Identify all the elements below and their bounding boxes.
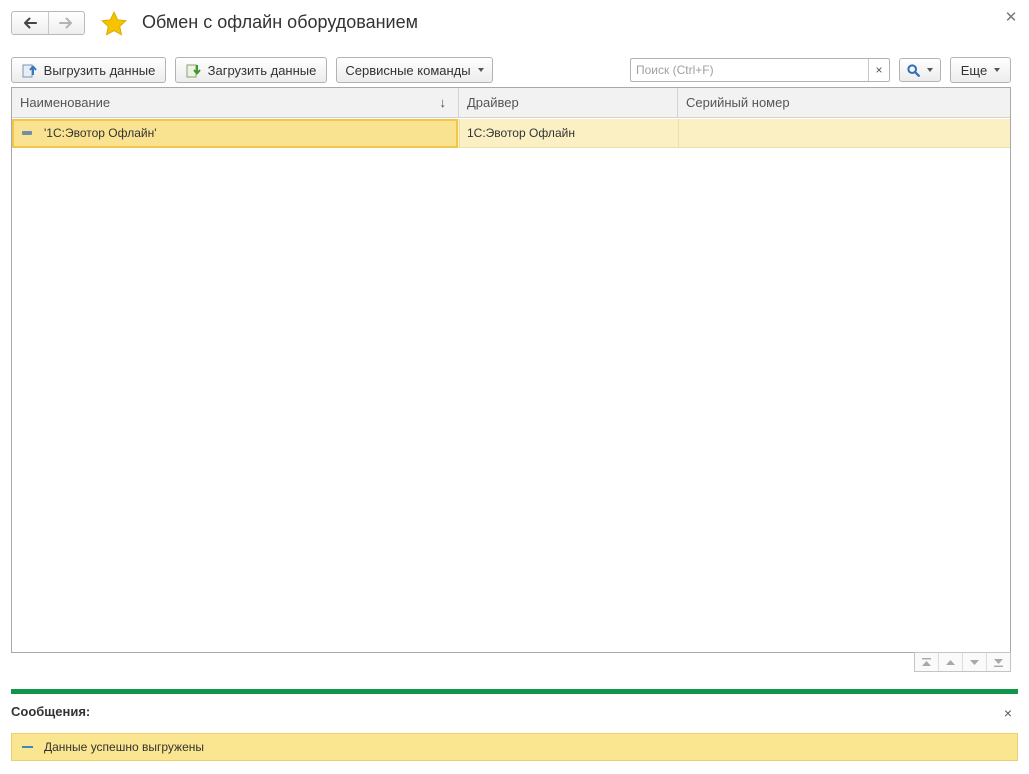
- more-label: Еще: [960, 62, 988, 78]
- scroll-up-button[interactable]: [938, 653, 962, 671]
- upload-icon: [22, 64, 37, 78]
- cell-name-text: '1С:Эвотор Офлайн': [44, 126, 157, 140]
- column-header-driver[interactable]: Драйвер: [459, 88, 678, 117]
- close-icon[interactable]: ✕: [1004, 10, 1018, 25]
- service-commands-label: Сервисные команды: [345, 62, 471, 78]
- chevron-down-icon: [994, 68, 1001, 72]
- download-data-button[interactable]: Загрузить данные: [175, 57, 327, 83]
- scroll-last-button[interactable]: [986, 653, 1010, 671]
- cell-serial[interactable]: [678, 119, 1010, 148]
- scroll-down-button[interactable]: [962, 653, 986, 671]
- arrow-up-icon: [946, 659, 955, 665]
- message-text: Данные успешно выгружены: [44, 740, 204, 754]
- arrow-first-icon: [922, 657, 931, 666]
- equipment-table[interactable]: Наименование ↓ Драйвер Серийный номер '1…: [11, 87, 1011, 653]
- upload-data-button[interactable]: Выгрузить данные: [11, 57, 166, 83]
- arrow-down-icon: [970, 659, 979, 665]
- upload-data-label: Выгрузить данные: [43, 62, 156, 78]
- clear-search-button[interactable]: ×: [868, 59, 889, 81]
- message-item[interactable]: Данные успешно выгружены: [11, 733, 1018, 761]
- table-header: Наименование ↓ Драйвер Серийный номер: [12, 88, 1010, 118]
- column-header-name-label: Наименование: [20, 95, 111, 110]
- chevron-down-icon: [927, 68, 933, 72]
- search-options-button[interactable]: [899, 58, 941, 82]
- cell-name[interactable]: '1С:Эвотор Офлайн': [12, 119, 458, 148]
- arrow-right-icon: [59, 17, 73, 29]
- chevron-down-icon: [477, 68, 484, 72]
- service-commands-button[interactable]: Сервисные команды: [336, 57, 493, 83]
- forward-button[interactable]: [47, 12, 85, 34]
- table-row[interactable]: '1С:Эвотор Офлайн' 1С:Эвотор Офлайн: [12, 119, 1010, 148]
- star-icon[interactable]: [100, 10, 128, 38]
- download-data-label: Загрузить данные: [207, 62, 317, 78]
- item-minus-icon: [22, 130, 32, 135]
- arrow-last-icon: [994, 658, 1003, 667]
- message-dash-icon: [22, 746, 33, 748]
- column-header-name[interactable]: Наименование ↓: [12, 88, 459, 117]
- magnifier-icon: [907, 63, 920, 77]
- messages-close-icon[interactable]: ×: [1001, 706, 1015, 720]
- page-title: Обмен с офлайн оборудованием: [142, 12, 418, 32]
- cell-driver[interactable]: 1С:Эвотор Офлайн: [459, 119, 678, 148]
- arrow-left-icon: [23, 17, 37, 29]
- messages-separator: [11, 689, 1018, 694]
- more-button[interactable]: Еще: [950, 57, 1011, 83]
- messages-title: Сообщения:: [11, 704, 91, 719]
- sort-down-icon: ↓: [439, 95, 447, 110]
- back-button[interactable]: [12, 12, 48, 34]
- history-nav: [11, 11, 85, 35]
- search-box: ×: [630, 58, 890, 82]
- download-icon: [186, 64, 201, 78]
- scroll-first-button[interactable]: [915, 653, 938, 671]
- list-navigation: [914, 652, 1011, 672]
- column-header-serial[interactable]: Серийный номер: [678, 88, 1010, 117]
- search-input[interactable]: [631, 59, 868, 81]
